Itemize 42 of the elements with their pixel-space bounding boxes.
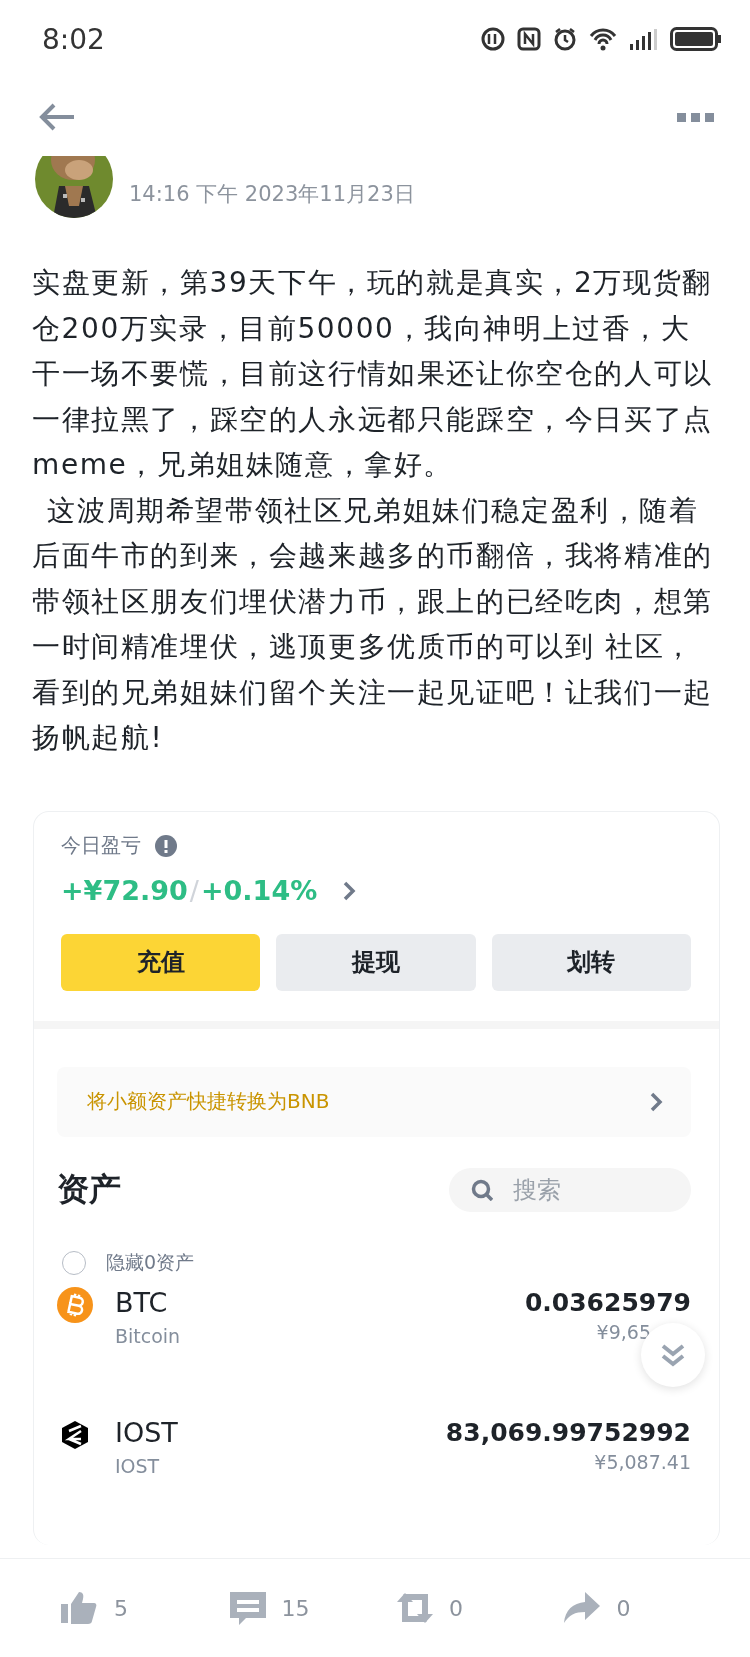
pnl-percent: +0.14% — [200, 875, 318, 906]
coin-name: IOST — [115, 1454, 161, 1477]
count: 0 — [616, 1595, 631, 1621]
more-icon[interactable] — [677, 112, 714, 122]
search-field[interactable]: 搜索 — [449, 1167, 691, 1212]
signal-icon — [629, 27, 658, 51]
alarm-icon — [553, 27, 577, 51]
search-icon — [471, 1178, 493, 1201]
wifi-icon — [589, 27, 617, 51]
section-title: 资产 — [57, 1168, 121, 1210]
info-icon[interactable] — [155, 834, 177, 857]
banner-text: 将小额资产快捷转换为BNB — [87, 1088, 330, 1115]
coin-name: Bitcoin — [115, 1324, 181, 1347]
coin-value: ¥5,087.41 — [594, 1450, 691, 1473]
battery-icon — [670, 27, 722, 51]
back-arrow-icon[interactable] — [38, 103, 76, 131]
action-button[interactable]: 划转 — [491, 933, 691, 991]
chevron-right-icon — [650, 1091, 663, 1112]
deposit-button[interactable]: 充值 — [61, 933, 261, 991]
coin-symbol: IOST — [115, 1415, 178, 1450]
post-date: 14:16 下午 2023年11月23日 — [129, 181, 415, 208]
separator: / — [189, 875, 199, 906]
count: 5 — [114, 1595, 128, 1621]
pnl-amount: +¥72.90 — [61, 875, 188, 906]
action-button[interactable]: 提现 — [276, 933, 476, 991]
count: 15 — [281, 1595, 310, 1621]
checkbox-label: 隐藏0资产 — [106, 1249, 195, 1275]
coin-amount: 83,069.99752992 — [445, 1416, 691, 1449]
double-chevron-down-icon — [660, 1342, 686, 1367]
data-saver-icon — [481, 27, 505, 51]
nfc-icon — [517, 27, 541, 51]
chevron-right-icon[interactable] — [343, 880, 357, 901]
post-paragraph: 实盘更新，第39天下午，玩的就是真实，2万现货翻仓200万实录，目前50000，我向神明上过香，大干一场不要慌，目前这行情如果还让你空仓的人可以一律拉黑了，踩空的人永远都只能踩空，今日买了点meme，兄弟姐妹随意，拿好。 — [32, 265, 714, 483]
coin-amount: 0.03625979 — [524, 1286, 691, 1319]
post-paragraph: 这波周期希望带领社区兄弟姐妹们稳定盈利，随着后面牛市的到来，会越来越多的币翻倍，我将精准的带领社区朋友们埋伏潜力币，跟上的已经吃肉，想第一时间精准埋伏，逃顶更多优质币的可以到 社区，看到的兄弟姐妹们留个关注一起见证吧！让我们一起扬帆起航! — [32, 492, 714, 756]
clock-time: 8:02 — [42, 22, 105, 56]
coin-symbol: BTC — [115, 1285, 169, 1320]
comment-icon[interactable] — [227, 1590, 268, 1626]
count: 0 — [449, 1595, 463, 1621]
coin-value: ¥9,65 — [596, 1320, 651, 1343]
bitcoin-icon — [57, 1286, 93, 1323]
pnl-label: 今日盈亏 — [61, 832, 141, 859]
